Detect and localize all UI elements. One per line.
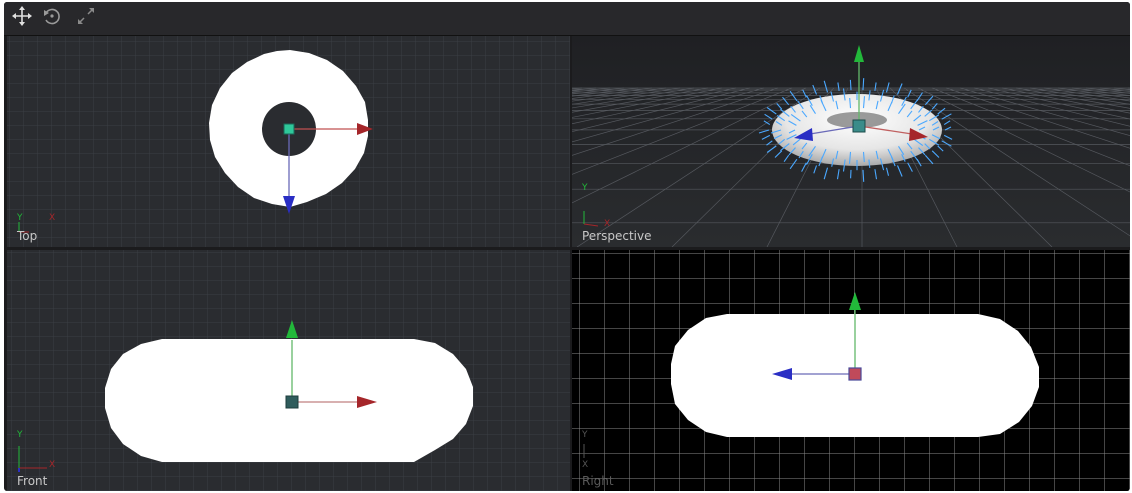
pivot-handle <box>848 367 862 381</box>
perspective-view-scene <box>572 36 1130 247</box>
move-tool-button[interactable] <box>10 6 34 30</box>
rotate-tool-button[interactable] <box>40 6 64 30</box>
axis-x-letter: X <box>49 460 56 470</box>
normal-line <box>849 79 852 91</box>
viewer-3d-window: Y X Top Y X Perspective Y X Front Y X Ri… <box>4 2 1130 491</box>
top-view-scene <box>7 36 570 247</box>
viewport-top[interactable]: Y X Top <box>7 36 570 247</box>
viewport-perspective[interactable]: Y X Perspective <box>572 36 1130 247</box>
axis-y-letter: Y <box>17 430 23 440</box>
move-arrows-icon <box>11 5 33 31</box>
transform-toolbar <box>4 2 1130 36</box>
scale-arrows-icon <box>75 5 97 31</box>
axis-y-letter: Y <box>582 430 588 440</box>
front-view-scene <box>7 250 570 491</box>
pivot-handle <box>283 123 295 135</box>
viewport-label-perspective: Perspective <box>582 229 652 243</box>
axis-x-letter: X <box>49 213 56 223</box>
axis-y-letter: Y <box>582 183 588 193</box>
scale-tool-button[interactable] <box>74 6 98 30</box>
axis-x-letter: X <box>604 219 611 229</box>
viewport-label-top: Top <box>17 229 38 243</box>
viewport-label-front: Front <box>17 474 48 488</box>
viewport-right[interactable]: Y X Right <box>572 250 1130 491</box>
axis-x-letter: X <box>582 460 589 470</box>
normal-line <box>862 78 865 91</box>
pivot-handle <box>285 395 299 409</box>
right-view-scene <box>572 250 1130 491</box>
normal-line <box>862 169 865 182</box>
viewport-front[interactable]: Y X Front <box>7 250 570 491</box>
axis-y-letter: Y <box>17 213 23 223</box>
viewport-label-right: Right <box>582 474 614 488</box>
pivot-handle <box>852 119 866 133</box>
rotate-icon <box>41 5 63 31</box>
